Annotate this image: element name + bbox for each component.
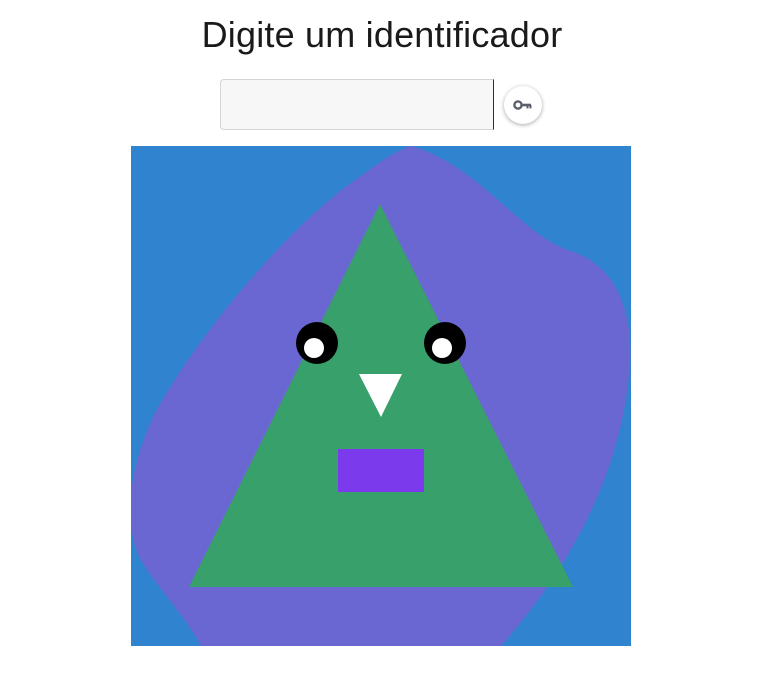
identifier-input[interactable]: [220, 79, 494, 130]
page-title: Digite um identificador: [201, 14, 563, 55]
right-pupil: [432, 338, 452, 358]
avatar-mouth: [338, 449, 424, 492]
left-pupil: [304, 338, 324, 358]
key-icon: [513, 100, 532, 110]
generate-button[interactable]: [504, 86, 542, 124]
avatar-canvas: [131, 146, 631, 646]
avatar-image: [131, 146, 631, 646]
